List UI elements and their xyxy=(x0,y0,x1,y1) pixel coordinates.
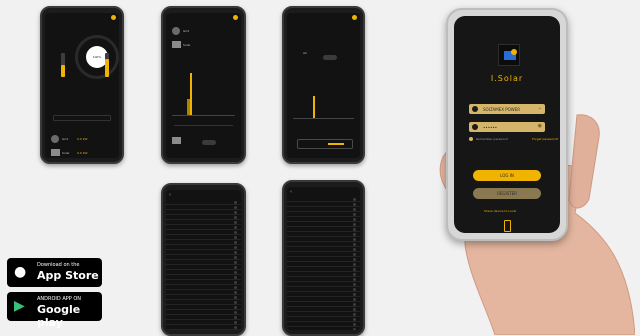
apple-badge-line1: Download on the xyxy=(37,262,80,268)
mode-selector[interactable] xyxy=(53,115,111,121)
login-button[interactable]: LOG IN xyxy=(473,170,541,181)
grid-label: Grid xyxy=(183,29,190,33)
gear-icon[interactable] xyxy=(233,15,238,20)
chart-peak xyxy=(190,73,192,115)
google-badge-line1: ANDROID APP ON xyxy=(37,296,82,302)
phone-icon xyxy=(504,220,511,232)
mode-toggle[interactable] xyxy=(202,140,216,145)
grid-tower-icon xyxy=(172,27,180,35)
share-device-link[interactable]: Share device to Local xyxy=(484,209,516,213)
back-icon[interactable]: ‹ xyxy=(169,192,171,198)
grid-value: 0.0 kW xyxy=(77,137,88,141)
solar-label: Solar xyxy=(183,43,191,47)
left-level-fill xyxy=(61,65,65,77)
google-play-icon: ▶ xyxy=(14,298,25,314)
phone-chart-2: AC xyxy=(282,6,365,164)
google-badge-line2: Google play xyxy=(37,303,81,329)
back-icon[interactable]: ‹ xyxy=(290,189,292,195)
settings1-list xyxy=(166,200,241,330)
brand-name: I.Solar xyxy=(490,74,524,83)
power-chart xyxy=(172,71,235,116)
settings2-list xyxy=(287,197,360,330)
login-screen: I.Solar SOLTAMEX POWER ⌄ •••••• ◉ Rememb… xyxy=(454,16,560,233)
settings2-header: ‹ xyxy=(287,187,360,197)
promo-canvas: 100% Grid 0.0 kW Solar 0.0 kW Grid Solar xyxy=(0,0,640,336)
ac-label: AC xyxy=(303,51,308,55)
list-item[interactable] xyxy=(166,325,241,330)
phone-settings-1: ‹ xyxy=(161,183,246,336)
chart2-screen: AC xyxy=(287,13,360,158)
settings1-header: ‹ xyxy=(166,190,241,200)
register-button[interactable]: REGISTER xyxy=(473,188,541,199)
remember-checkbox[interactable] xyxy=(469,137,473,141)
grid-tower-icon xyxy=(51,135,59,143)
user-icon xyxy=(472,106,478,112)
app-logo-icon xyxy=(498,44,520,66)
phone-dashboard: 100% Grid 0.0 kW Solar 0.0 kW xyxy=(40,6,124,164)
settings1-screen: ‹ xyxy=(166,190,241,330)
gear-icon[interactable] xyxy=(111,15,116,20)
dashboard-header xyxy=(45,13,119,23)
eye-icon[interactable]: ◉ xyxy=(538,123,542,129)
phone-settings-2: ‹ xyxy=(282,180,365,336)
mode-toggle[interactable] xyxy=(323,55,337,60)
grid-label: Grid xyxy=(62,137,69,141)
chart2-header xyxy=(287,13,360,23)
solar-panel-icon xyxy=(51,149,60,156)
password-value: •••••• xyxy=(483,124,498,130)
remember-label: Remember password xyxy=(476,137,508,141)
solar-label: Solar xyxy=(62,151,70,155)
google-play-badge[interactable]: ▶ ANDROID APP ON Google play xyxy=(7,292,102,329)
chart1-screen: Grid Solar xyxy=(166,13,241,158)
gear-icon[interactable] xyxy=(352,15,357,20)
power-gauge: 100% xyxy=(75,35,119,79)
login-phone: I.Solar SOLTAMEX POWER ⌄ •••••• ◉ Rememb… xyxy=(446,8,568,241)
chart-peak xyxy=(313,96,315,118)
list-item[interactable] xyxy=(287,327,360,330)
dashboard-screen: 100% Grid 0.0 kW Solar 0.0 kW xyxy=(45,13,119,158)
chevron-down-icon[interactable]: ⌄ xyxy=(538,105,542,111)
forgot-password-link[interactable]: Forget password? xyxy=(532,137,558,141)
lock-icon xyxy=(472,124,478,130)
chart-shoulder xyxy=(187,99,190,115)
chart1-header xyxy=(166,13,241,23)
range-handle[interactable] xyxy=(328,143,344,145)
username-value: SOLTAMEX POWER xyxy=(483,106,521,112)
solar-value: 0.0 kW xyxy=(77,151,88,155)
phone-chart-1: Grid Solar xyxy=(161,6,246,164)
password-field[interactable]: •••••• ◉ xyxy=(469,122,545,132)
settings2-screen: ‹ xyxy=(287,187,360,330)
app-store-badge[interactable]: ● Download on the App Store xyxy=(7,258,102,287)
username-field[interactable]: SOLTAMEX POWER ⌄ xyxy=(469,104,545,114)
power-chart xyxy=(293,95,354,119)
ac-icon xyxy=(172,137,181,144)
right-level-fill xyxy=(105,59,109,77)
solar-panel-icon xyxy=(172,41,181,48)
apple-icon: ● xyxy=(14,264,27,280)
divider xyxy=(174,125,233,126)
apple-badge-line2: App Store xyxy=(37,269,99,282)
range-selector[interactable] xyxy=(297,139,353,149)
